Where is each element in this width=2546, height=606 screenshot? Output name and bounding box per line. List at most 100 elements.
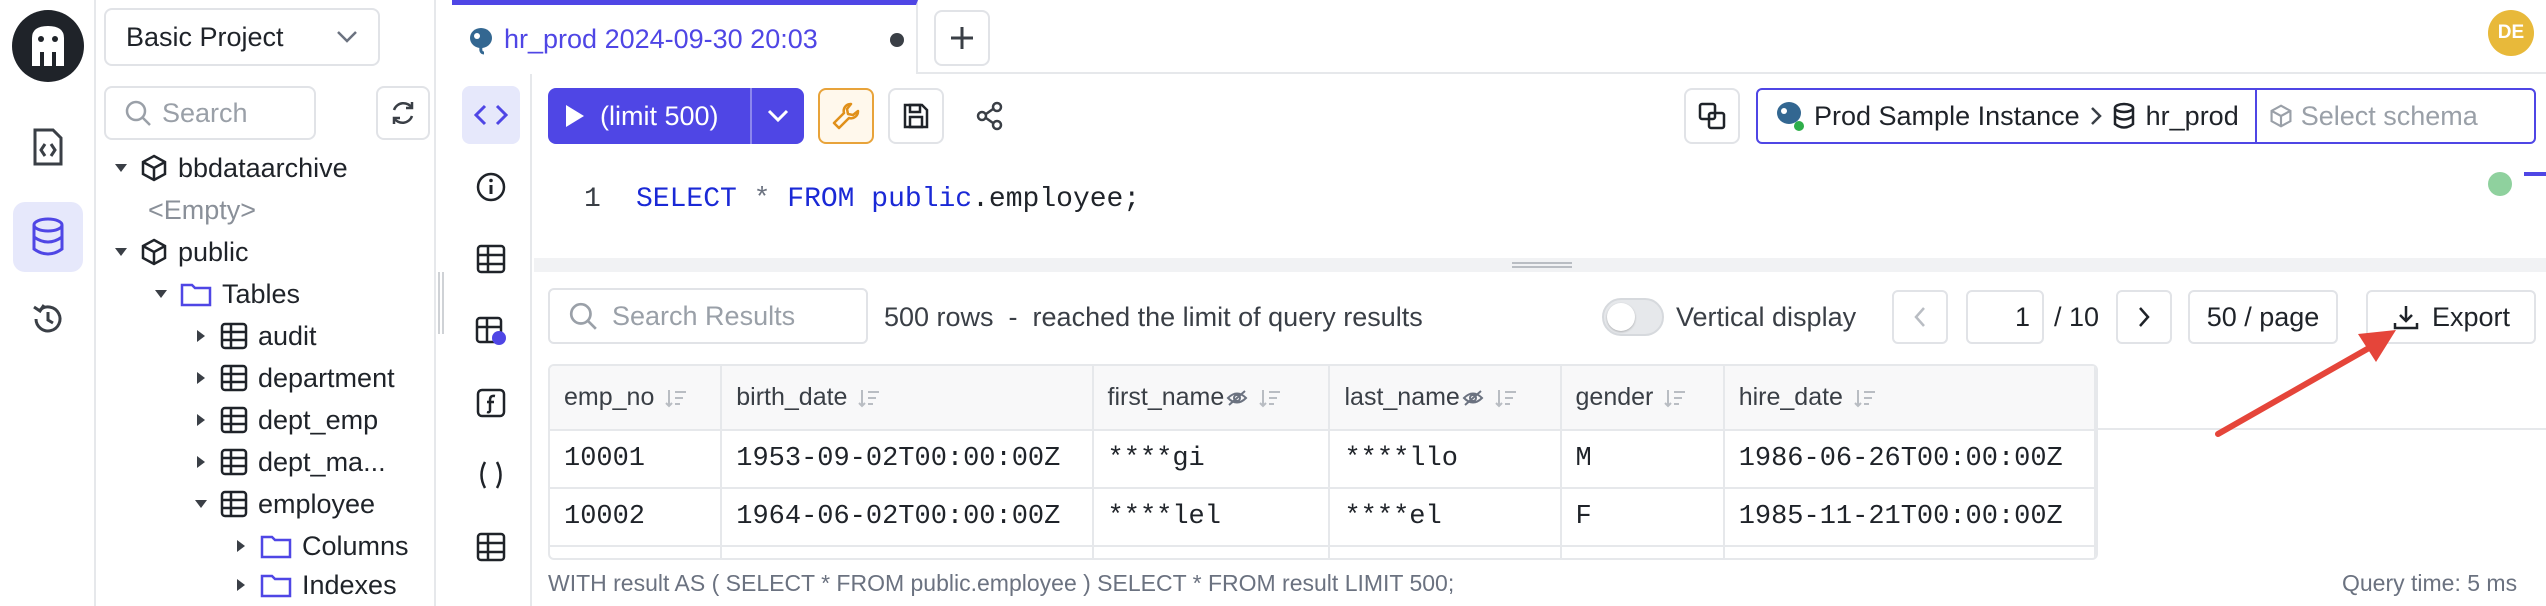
cube-icon: [140, 154, 168, 182]
tree-item-dept-emp[interactable]: dept_emp: [190, 399, 378, 441]
sort-icon[interactable]: [1258, 388, 1282, 408]
sidebar-search-input[interactable]: Search: [104, 86, 316, 140]
cell[interactable]: ****el: [1329, 488, 1562, 547]
refresh-icon: [392, 101, 414, 125]
column-header-last-name[interactable]: last_name: [1329, 366, 1562, 431]
table-icon: [220, 448, 248, 476]
page-number-input[interactable]: 1: [1966, 290, 2044, 344]
cell[interactable]: 1964-06-02T00:00:00Z: [721, 488, 1094, 547]
cell[interactable]: 10002: [550, 488, 723, 547]
add-tab-button[interactable]: [934, 10, 990, 66]
tree-label: dept_ma...: [258, 446, 386, 477]
column-header-emp-no[interactable]: emp_no: [550, 366, 723, 431]
run-query-button[interactable]: (limit 500): [548, 88, 804, 144]
table-row[interactable]: 10002 1964-06-02T00:00:00Z ****lel ****e…: [550, 488, 2096, 547]
table-gear-icon[interactable]: [462, 302, 520, 360]
project-select[interactable]: Basic Project: [104, 8, 380, 66]
column-header-birth-date[interactable]: birth_date: [721, 366, 1094, 431]
caret-down-icon: [150, 283, 172, 305]
refresh-button[interactable]: [376, 86, 430, 140]
next-page-button[interactable]: [2116, 290, 2172, 344]
share-button[interactable]: [962, 88, 1018, 144]
sql-table: .employee;: [972, 184, 1141, 215]
cell[interactable]: 10001: [550, 430, 723, 489]
folder-icon: [260, 572, 292, 598]
sort-icon[interactable]: [857, 388, 881, 408]
line-number: 1: [584, 184, 601, 215]
table-row[interactable]: [550, 546, 2096, 558]
cell[interactable]: 1985-11-21T00:00:00Z: [1723, 488, 2096, 547]
cell[interactable]: [1560, 546, 1725, 558]
instance-name: Prod Sample Instance: [1814, 100, 2080, 131]
history-icon[interactable]: [13, 284, 83, 354]
bytebase-logo-icon[interactable]: [10, 8, 86, 84]
sql-code-line[interactable]: SELECT * FROM public.employee;: [636, 184, 1140, 215]
cell[interactable]: F: [1560, 488, 1725, 547]
column-header-hire-date[interactable]: hire_date: [1723, 366, 2096, 431]
tree-label: Indexes: [302, 569, 397, 600]
tree-item-empty: <Empty>: [148, 189, 256, 231]
results-search-input[interactable]: Search Results: [548, 288, 868, 344]
tree-item-columns[interactable]: Columns: [230, 525, 409, 567]
parentheses-icon[interactable]: [462, 446, 520, 504]
splitter-grip-icon[interactable]: [1512, 262, 1572, 268]
cell[interactable]: ****lel: [1092, 488, 1331, 547]
tree-item-bbdataarchive[interactable]: bbdataarchive: [110, 147, 348, 189]
sort-icon[interactable]: [664, 388, 688, 408]
connection-selector[interactable]: Prod Sample Instance hr_prod Select sche…: [1756, 88, 2536, 144]
cell[interactable]: 1986-06-26T00:00:00Z: [1723, 430, 2096, 489]
settings-button[interactable]: [818, 88, 874, 144]
caret-right-icon: [230, 535, 252, 557]
tree-item-public[interactable]: public: [110, 231, 249, 273]
tree-item-tables[interactable]: Tables: [150, 273, 300, 315]
sql-editor-icon[interactable]: [13, 112, 83, 182]
sql-editor[interactable]: 1 SELECT * FROM public.employee;: [534, 158, 2546, 258]
cell[interactable]: 1953-09-02T00:00:00Z: [721, 430, 1094, 489]
caret-right-icon: [230, 574, 252, 596]
tree-item-department[interactable]: department: [190, 357, 395, 399]
chevron-down-icon[interactable]: [752, 109, 804, 123]
copy-button[interactable]: [1684, 88, 1740, 144]
rows-info: 500 rows - reached the limit of query re…: [884, 302, 1423, 332]
tree-label: public: [178, 236, 249, 267]
code-icon[interactable]: [462, 86, 520, 144]
tree-item-indexes[interactable]: Indexes: [230, 564, 397, 606]
database-icon[interactable]: [13, 202, 83, 272]
cell[interactable]: M: [1560, 430, 1725, 489]
vertical-display-toggle[interactable]: [1602, 298, 1664, 336]
table-row[interactable]: 10001 1953-09-02T00:00:00Z ****gi ****ll…: [550, 430, 2096, 489]
cell[interactable]: [1329, 546, 1562, 558]
caret-down-icon: [190, 493, 212, 515]
cell[interactable]: ****gi: [1092, 430, 1331, 489]
function-icon[interactable]: [462, 374, 520, 432]
sql-schema: public: [871, 184, 973, 215]
info-icon[interactable]: [462, 158, 520, 216]
cell[interactable]: [1092, 546, 1331, 558]
tree-item-employee[interactable]: employee: [190, 483, 375, 525]
tree-item-audit[interactable]: audit: [190, 315, 317, 357]
avatar-initials: DE: [2497, 22, 2525, 43]
sidebar-search-placeholder: Search: [162, 97, 248, 128]
schema-select[interactable]: Select schema: [2257, 101, 2478, 132]
tree-item-dept-manager[interactable]: dept_ma...: [190, 441, 386, 483]
cell[interactable]: [1723, 546, 2096, 558]
cell[interactable]: [721, 546, 1094, 558]
cell[interactable]: [550, 546, 723, 558]
sort-icon[interactable]: [1853, 388, 1877, 408]
column-header-first-name[interactable]: first_name: [1092, 366, 1331, 431]
table-icon[interactable]: [462, 518, 520, 576]
search-icon: [569, 302, 597, 330]
avatar[interactable]: DE: [2488, 10, 2534, 56]
export-label: Export: [2431, 301, 2511, 332]
tab-hr-prod[interactable]: hr_prod 2024-09-30 20:03: [452, 0, 918, 74]
column-header-gender[interactable]: gender: [1560, 366, 1725, 431]
sort-icon[interactable]: [1663, 388, 1687, 408]
chevron-left-icon: [1914, 307, 1925, 327]
cell[interactable]: ****llo: [1329, 430, 1562, 489]
cube-icon: [140, 238, 168, 266]
table-icon[interactable]: [462, 230, 520, 288]
prev-page-button[interactable]: [1892, 290, 1948, 344]
sort-icon[interactable]: [1494, 388, 1518, 408]
sidebar-resize-handle[interactable]: [438, 272, 444, 334]
save-button[interactable]: [888, 88, 944, 144]
